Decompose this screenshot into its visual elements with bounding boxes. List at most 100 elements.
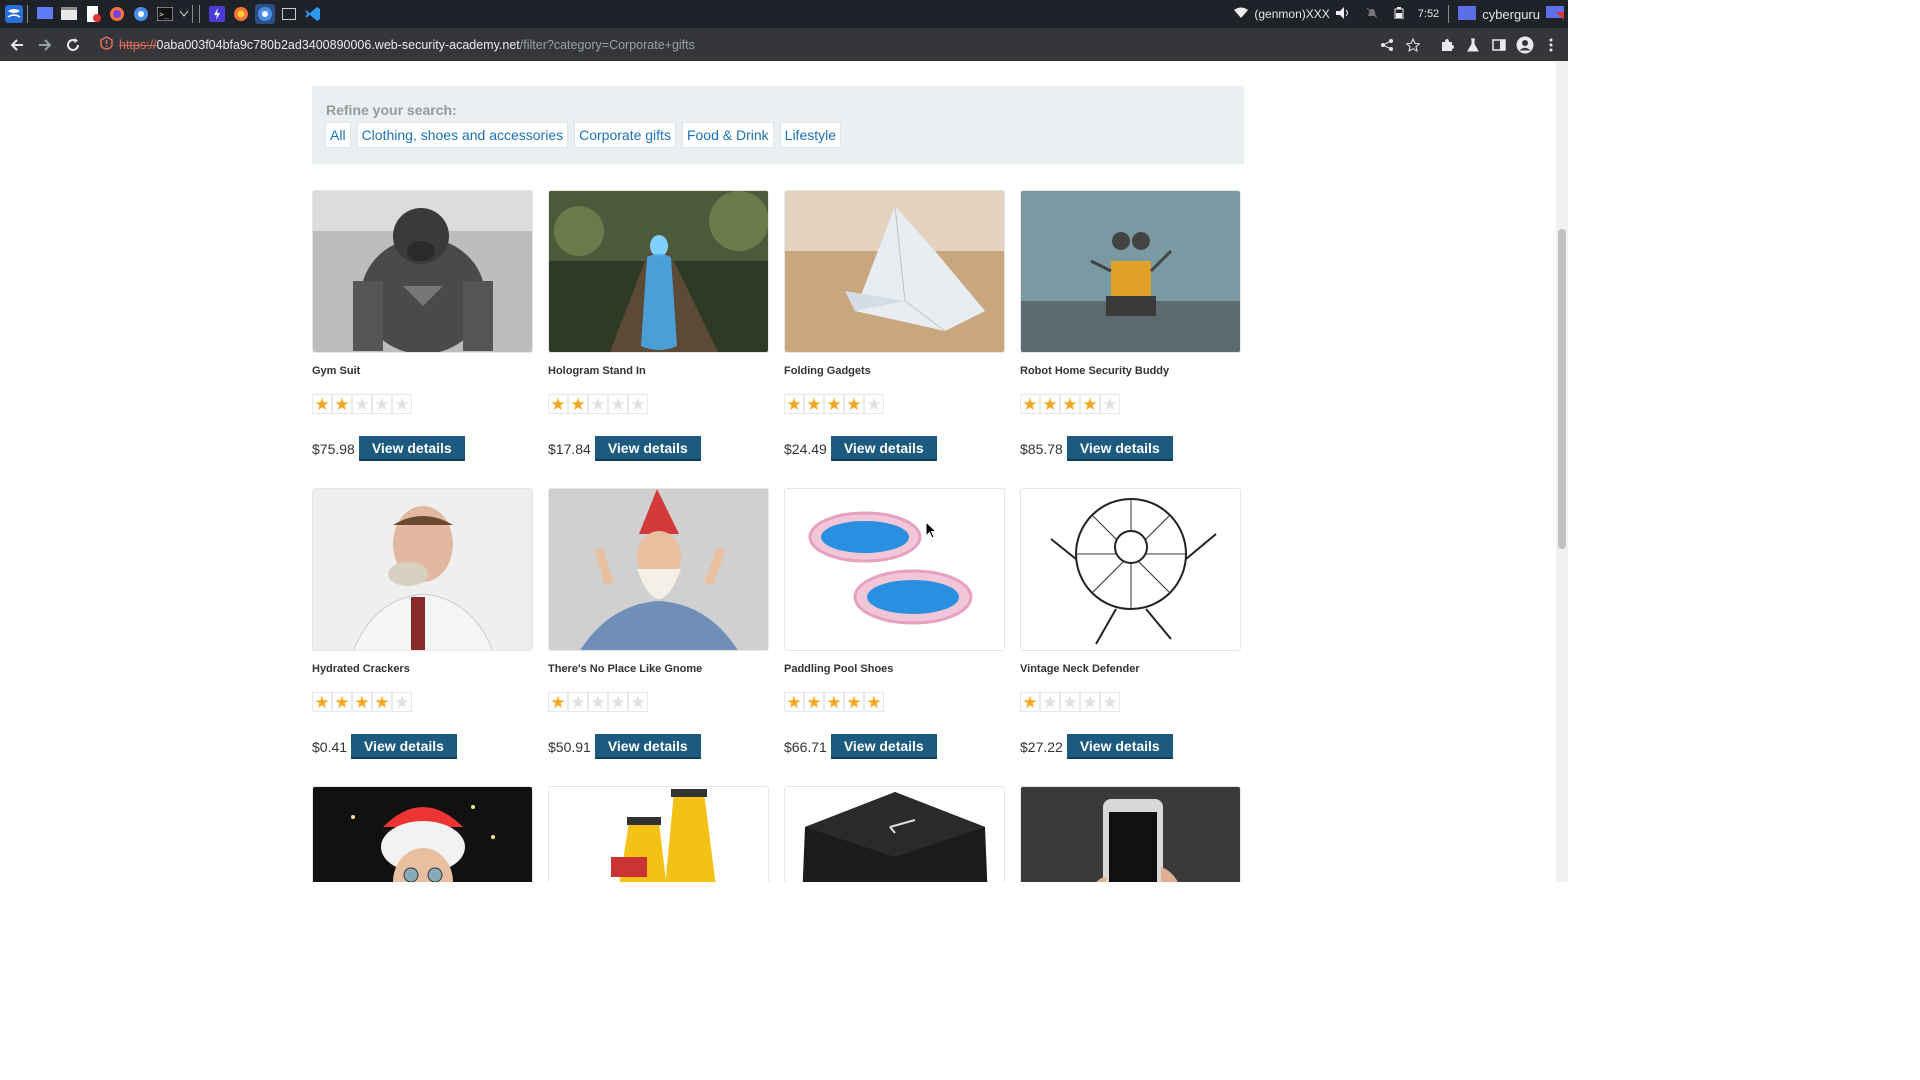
chromium-icon[interactable] xyxy=(131,4,151,24)
star-filled-icon: ★ xyxy=(844,394,864,414)
network-label: (genmon)XXX xyxy=(1254,7,1330,21)
extensions-icon[interactable] xyxy=(1438,36,1456,54)
product-image[interactable] xyxy=(548,190,769,353)
product-image[interactable] xyxy=(312,488,533,651)
product-image[interactable] xyxy=(784,786,1005,882)
desktop-icon[interactable] xyxy=(35,4,55,24)
arrow-right-icon xyxy=(39,38,52,51)
terminal-icon[interactable]: >_ xyxy=(155,4,175,24)
not-secure-icon[interactable] xyxy=(100,36,113,53)
profile-avatar-icon[interactable] xyxy=(1516,36,1534,54)
filter-link-all[interactable]: All xyxy=(325,122,351,148)
chromium-task-icon[interactable] xyxy=(255,4,275,24)
chevron-down-icon[interactable] xyxy=(179,4,189,24)
star-filled-icon: ★ xyxy=(1020,394,1040,414)
product-image[interactable] xyxy=(784,190,1005,353)
forward-button[interactable] xyxy=(32,32,58,58)
menu-kebab-icon[interactable] xyxy=(1542,36,1560,54)
view-details-button[interactable]: View details xyxy=(594,436,701,461)
lab-flask-icon[interactable] xyxy=(1464,36,1482,54)
product-card: Gym Suit ★ ★ ★ ★ ★ $75.98 View details xyxy=(312,190,533,461)
product-price: $75.98 xyxy=(312,440,355,457)
back-button[interactable] xyxy=(4,32,30,58)
product-price: $0.41 xyxy=(312,738,348,755)
filter-link-lifestyle[interactable]: Lifestyle xyxy=(779,122,842,148)
product-name: Robot Home Security Buddy xyxy=(1020,365,1170,377)
wifi-icon[interactable] xyxy=(1234,7,1249,22)
screen-icon[interactable] xyxy=(1546,5,1564,23)
star-empty-icon: ★ xyxy=(1100,692,1120,712)
star-rating: ★ ★ ★ ★ ★ xyxy=(548,394,769,414)
bookmark-star-icon[interactable] xyxy=(1404,36,1422,54)
product-price: $50.91 xyxy=(548,738,591,755)
clock[interactable]: 7:52 xyxy=(1418,8,1439,20)
product-card: Hydrated Crackers ★ ★ ★ ★ ★ $0.41 View detai… xyxy=(312,488,533,759)
star-filled-icon: ★ xyxy=(864,692,884,712)
product-name: Paddling Pool Shoes xyxy=(784,663,894,675)
vscode-icon[interactable] xyxy=(303,4,323,24)
star-empty-icon: ★ xyxy=(372,394,392,414)
star-filled-icon: ★ xyxy=(352,692,372,712)
product-image[interactable] xyxy=(1020,488,1241,651)
product-image[interactable] xyxy=(784,488,1005,651)
product-image[interactable] xyxy=(1020,190,1241,353)
firefox-task-icon[interactable] xyxy=(231,4,251,24)
scrollbar-thumb[interactable] xyxy=(1558,229,1566,549)
product-image[interactable] xyxy=(548,488,769,651)
product-name: Hologram Stand In xyxy=(548,365,646,377)
view-details-button[interactable]: View details xyxy=(594,734,701,759)
firefox-icon[interactable] xyxy=(107,4,127,24)
document-viewer-icon[interactable] xyxy=(83,4,103,24)
url-path: /filter?category=Corporate+gifts xyxy=(519,37,695,52)
star-empty-icon: ★ xyxy=(588,692,608,712)
star-filled-icon: ★ xyxy=(784,692,804,712)
view-details-button[interactable]: View details xyxy=(351,734,457,759)
user-name[interactable]: cyberguru xyxy=(1482,7,1540,22)
star-filled-icon: ★ xyxy=(568,394,588,414)
product-image[interactable] xyxy=(312,190,533,353)
star-filled-icon: ★ xyxy=(548,394,568,414)
address-bar[interactable]: https:// 0aba003f04bfa9c780b2ad340089000… xyxy=(100,36,695,53)
file-manager-icon[interactable] xyxy=(59,4,79,24)
product-image[interactable] xyxy=(1020,786,1241,882)
notifications-muted-icon[interactable] xyxy=(1366,7,1378,22)
view-details-button[interactable]: View details xyxy=(830,734,937,759)
star-empty-icon: ★ xyxy=(392,692,412,712)
window-task-icon[interactable] xyxy=(279,4,299,24)
product-price: $17.84 xyxy=(548,440,591,457)
star-filled-icon: ★ xyxy=(312,394,332,414)
filter-link-clothing[interactable]: Clothing, shoes and accessories xyxy=(356,122,569,148)
volume-icon[interactable] xyxy=(1335,6,1350,22)
star-filled-icon: ★ xyxy=(332,692,352,712)
view-details-button[interactable]: View details xyxy=(830,436,937,461)
product-image[interactable] xyxy=(548,786,769,882)
product-card: Vintage Neck Defender ★ ★ ★ ★ ★ $27.22 View … xyxy=(1020,488,1241,759)
battery-icon[interactable] xyxy=(1394,6,1404,22)
star-empty-icon: ★ xyxy=(1060,692,1080,712)
star-filled-icon: ★ xyxy=(332,394,352,414)
product-card xyxy=(312,786,533,882)
star-empty-icon: ★ xyxy=(352,394,372,414)
share-icon[interactable] xyxy=(1378,36,1396,54)
star-empty-icon: ★ xyxy=(392,394,412,414)
reload-button[interactable] xyxy=(60,32,86,58)
filter-link-corporate-gifts[interactable]: Corporate gifts xyxy=(574,122,676,148)
app-menu-icon[interactable] xyxy=(4,4,24,24)
star-empty-icon: ★ xyxy=(588,394,608,414)
burp-suite-icon[interactable] xyxy=(207,4,227,24)
product-image[interactable] xyxy=(312,786,533,882)
view-details-button[interactable]: View details xyxy=(1066,734,1173,759)
star-rating: ★ ★ ★ ★ ★ xyxy=(1020,394,1241,414)
star-filled-icon: ★ xyxy=(312,692,332,712)
view-details-button[interactable]: View details xyxy=(358,436,465,461)
view-details-button[interactable]: View details xyxy=(1066,436,1173,461)
star-rating: ★ ★ ★ ★ ★ xyxy=(312,394,533,414)
star-rating: ★ ★ ★ ★ ★ xyxy=(312,692,533,712)
page-scrollbar[interactable] xyxy=(1556,61,1568,882)
star-empty-icon: ★ xyxy=(568,692,588,712)
star-filled-icon: ★ xyxy=(548,692,568,712)
filter-link-food-drink[interactable]: Food & Drink xyxy=(681,122,774,148)
workspace-icon[interactable] xyxy=(1458,5,1477,23)
side-panel-icon[interactable] xyxy=(1490,36,1508,54)
browser-toolbar: https:// 0aba003f04bfa9c780b2ad340089000… xyxy=(0,28,1568,61)
